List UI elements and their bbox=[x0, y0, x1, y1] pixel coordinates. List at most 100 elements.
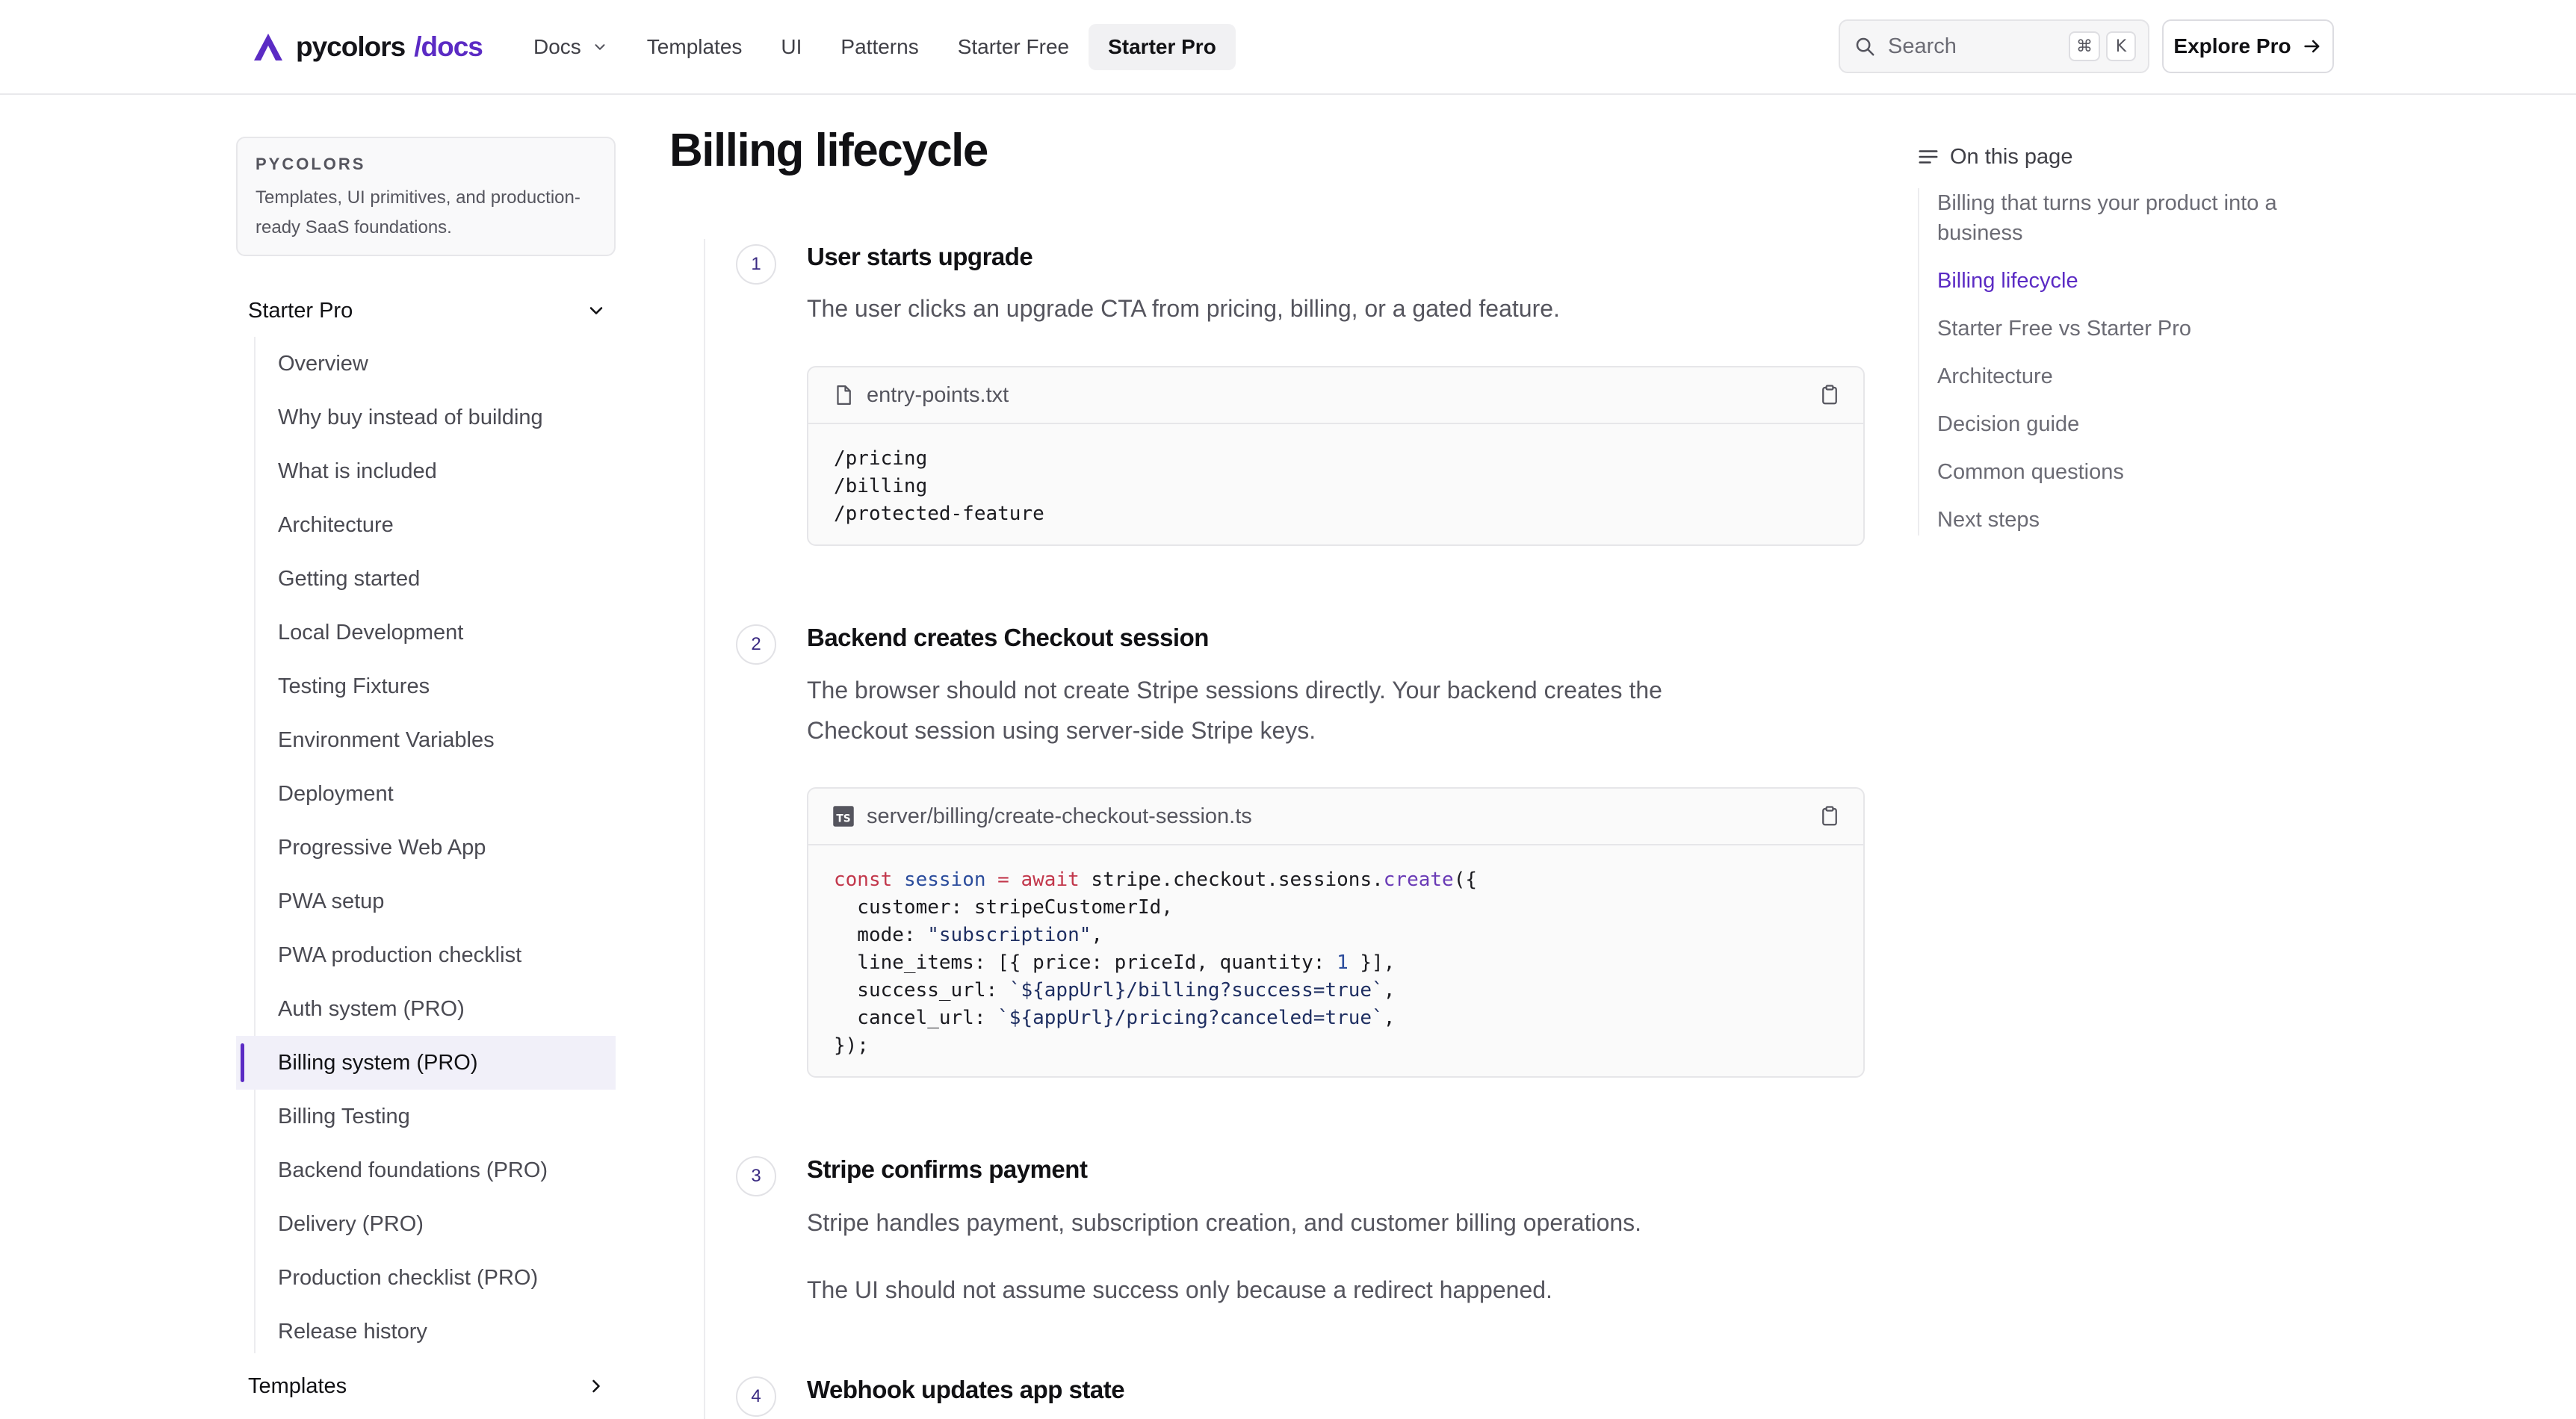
toc-item-architecture[interactable]: Architecture bbox=[1937, 361, 2326, 391]
step-title: Stripe confirms payment bbox=[807, 1155, 1088, 1183]
sidebar-item-backend-foundations[interactable]: Backend foundations (PRO) bbox=[236, 1143, 616, 1197]
sidebar-item-billing-system[interactable]: Billing system (PRO) bbox=[236, 1036, 616, 1090]
sidebar-item-environment-variables[interactable]: Environment Variables bbox=[236, 713, 616, 767]
code-block-header: entry-points.txt bbox=[808, 367, 1863, 424]
page-title: Billing lifecycle bbox=[669, 125, 988, 176]
arrow-right-icon bbox=[2303, 40, 2320, 53]
sidebar-item-local-development[interactable]: Local Development bbox=[236, 606, 616, 659]
sidebar-item-testing-fixtures[interactable]: Testing Fixtures bbox=[236, 659, 616, 713]
nav-templates[interactable]: Templates bbox=[628, 24, 762, 70]
code-filename: server/billing/create-checkout-session.t… bbox=[867, 804, 1252, 828]
sidebar-item-overview[interactable]: Overview bbox=[236, 337, 616, 391]
logo-docs-suffix: /docs bbox=[414, 31, 483, 62]
step-text: The browser should not create Stripe ses… bbox=[807, 677, 1662, 744]
code-line: mode: "subscription", bbox=[834, 924, 1103, 946]
code-line: /pricing bbox=[834, 447, 928, 470]
logo-name: pycolors bbox=[296, 31, 406, 62]
search-icon bbox=[1856, 37, 1874, 56]
code-body: /pricing /billing /protected-feature bbox=[808, 424, 1863, 544]
kbd-k: K bbox=[2106, 31, 2136, 61]
brand-card: PYCOLORS Templates, UI primitives, and p… bbox=[236, 137, 616, 256]
code-filename: entry-points.txt bbox=[867, 382, 1009, 407]
toc-item-free-vs-pro[interactable]: Starter Free vs Starter Pro bbox=[1937, 314, 2326, 344]
sidebar-item-production-checklist[interactable]: Production checklist (PRO) bbox=[236, 1251, 616, 1305]
code-block-checkout-session: TS server/billing/create-checkout-sessio… bbox=[807, 787, 1865, 1078]
sidebar-item-delivery[interactable]: Delivery (PRO) bbox=[236, 1197, 616, 1251]
code-line: line_items: [{ price: priceId, quantity:… bbox=[834, 951, 1396, 974]
toc-item-common-questions[interactable]: Common questions bbox=[1937, 457, 2326, 487]
top-nav: Docs Templates UI Patterns Starter Free … bbox=[514, 24, 1236, 70]
step-number-badge: 2 bbox=[736, 624, 776, 665]
copy-icon[interactable] bbox=[1818, 805, 1841, 828]
toc-rail bbox=[1918, 188, 1919, 535]
sidebar-item-deployment[interactable]: Deployment bbox=[236, 767, 616, 821]
typescript-icon: TS bbox=[833, 806, 854, 827]
step-title: User starts upgrade bbox=[807, 243, 1033, 270]
sidebar-section-starter-pro[interactable]: Starter Pro bbox=[248, 296, 607, 326]
sidebar-item-architecture[interactable]: Architecture bbox=[236, 498, 616, 552]
logo[interactable]: pycolors /docs bbox=[253, 28, 483, 66]
content-divider bbox=[704, 239, 705, 1419]
explore-pro-button[interactable]: Explore Pro bbox=[2162, 19, 2334, 73]
nav-patterns[interactable]: Patterns bbox=[821, 24, 938, 70]
nav-docs-label: Docs bbox=[533, 35, 581, 58]
kbd-command: ⌘ bbox=[2069, 31, 2100, 61]
sidebar-nav: Overview Why buy instead of building Wha… bbox=[236, 337, 616, 1359]
sidebar-item-pwa-setup[interactable]: PWA setup bbox=[236, 875, 616, 928]
sidebar-item-progressive-web-app[interactable]: Progressive Web App bbox=[236, 821, 616, 875]
step-text: The UI should not assume success only be… bbox=[807, 1276, 1552, 1303]
toc-item-billing-lifecycle[interactable]: Billing lifecycle bbox=[1937, 266, 2326, 296]
nav-starter-free[interactable]: Starter Free bbox=[938, 24, 1089, 70]
search-placeholder: Search bbox=[1888, 34, 1957, 58]
code-line: success_url: `${appUrl}/billing?success=… bbox=[834, 979, 1396, 1002]
step-text: The user clicks an upgrade CTA from pric… bbox=[807, 295, 1560, 322]
pycolors-logo-icon bbox=[254, 34, 282, 60]
nav-docs[interactable]: Docs bbox=[514, 24, 628, 70]
brand-eyebrow: PYCOLORS bbox=[256, 155, 366, 173]
sidebar-section-templates[interactable]: Templates bbox=[248, 1371, 607, 1401]
list-icon bbox=[1919, 150, 1938, 164]
chevron-down-icon bbox=[595, 44, 605, 50]
code-block-header: TS server/billing/create-checkout-sessio… bbox=[808, 789, 1863, 845]
code-line: /protected-feature bbox=[834, 503, 1044, 525]
brand-description: Templates, UI primitives, and production… bbox=[256, 187, 580, 237]
toc-title: On this page bbox=[1917, 142, 2072, 172]
sidebar-item-what-is-included[interactable]: What is included bbox=[236, 444, 616, 498]
toc-item-billing-business[interactable]: Billing that turns your product into a b… bbox=[1937, 188, 2326, 248]
code-line: cancel_url: `${appUrl}/pricing?canceled=… bbox=[834, 1007, 1396, 1029]
copy-icon[interactable] bbox=[1818, 384, 1841, 406]
code-block-entry-points: entry-points.txt /pricing /billing /prot… bbox=[807, 366, 1865, 546]
nav-starter-pro[interactable]: Starter Pro bbox=[1089, 24, 1236, 70]
step-number-badge: 1 bbox=[736, 244, 776, 285]
svg-text:TS: TS bbox=[836, 813, 850, 825]
code-line: /billing bbox=[834, 475, 928, 497]
sidebar-item-pwa-production-checklist[interactable]: PWA production checklist bbox=[236, 928, 616, 982]
toc-title-label: On this page bbox=[1950, 144, 2073, 169]
toc-list: Billing that turns your product into a b… bbox=[1937, 188, 2326, 553]
sidebar-section-templates-label: Templates bbox=[248, 1373, 347, 1398]
sidebar-item-getting-started[interactable]: Getting started bbox=[236, 552, 616, 606]
sidebar-item-billing-testing[interactable]: Billing Testing bbox=[236, 1090, 616, 1143]
code-line: const session = await stripe.checkout.se… bbox=[834, 869, 1477, 891]
toc-item-next-steps[interactable]: Next steps bbox=[1937, 505, 2326, 535]
sidebar-item-release-history[interactable]: Release history bbox=[236, 1305, 616, 1359]
chevron-down-icon bbox=[589, 307, 603, 314]
toc-item-decision-guide[interactable]: Decision guide bbox=[1937, 409, 2326, 439]
sidebar-item-why-buy[interactable]: Why buy instead of building bbox=[236, 391, 616, 444]
file-icon bbox=[837, 385, 851, 405]
top-header: pycolors /docs Docs Templates UI Pattern… bbox=[0, 0, 2576, 95]
nav-ui[interactable]: UI bbox=[761, 24, 821, 70]
step-number-badge: 4 bbox=[736, 1376, 776, 1417]
search-button[interactable]: Search ⌘ K bbox=[1839, 19, 2149, 73]
sidebar-item-auth-system[interactable]: Auth system (PRO) bbox=[236, 982, 616, 1036]
sidebar-section-label: Starter Pro bbox=[248, 298, 353, 323]
code-line: customer: stripeCustomerId, bbox=[834, 896, 1173, 919]
step-number-badge: 3 bbox=[736, 1156, 776, 1196]
step-title: Backend creates Checkout session bbox=[807, 624, 1209, 651]
explore-pro-label: Explore Pro bbox=[2173, 34, 2291, 58]
code-body: const session = await stripe.checkout.se… bbox=[808, 845, 1863, 1076]
step-title: Webhook updates app state bbox=[807, 1376, 1125, 1403]
code-line: }); bbox=[834, 1034, 869, 1057]
chevron-right-icon bbox=[592, 1379, 600, 1393]
step-text: Stripe handles payment, subscription cre… bbox=[807, 1209, 1642, 1236]
